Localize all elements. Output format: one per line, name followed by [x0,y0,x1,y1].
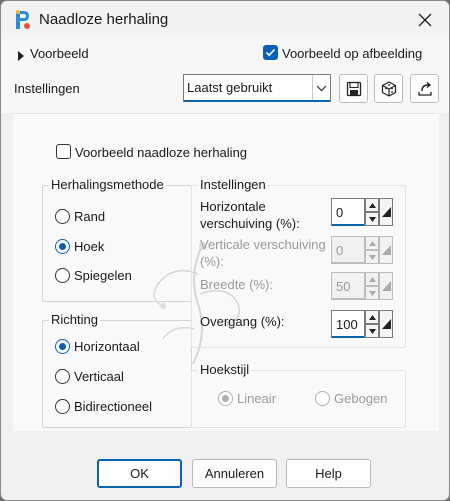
corner-label-gebogen[interactable]: Gebogen [334,391,388,406]
vertical-offset-input[interactable]: 0 [331,236,365,264]
transition-input[interactable]: 100 [331,310,365,338]
vertical-offset-label: Verticale verschuiving (%): [200,237,326,269]
slider-popup-icon[interactable] [379,272,393,300]
horizontal-offset-spinner[interactable]: 0 [331,198,395,226]
preset-value: Laatst gebruikt [187,80,273,95]
seamless-preview-checkbox[interactable] [56,144,71,159]
method-radio-rand[interactable] [55,209,70,224]
direction-radio-horizontaal[interactable] [55,339,70,354]
revert-preset-button[interactable] [410,74,439,103]
repeat-method-group: Herhalingsmethode Rand Hoek Spiegelen [42,177,192,302]
preview-toggle-label[interactable]: Voorbeeld [30,46,89,61]
repeat-method-title: Herhalingsmethode [49,177,166,192]
slider-popup-icon[interactable] [379,310,393,338]
cube-icon [381,80,396,97]
slider-popup-icon[interactable] [379,236,393,264]
cancel-button[interactable]: Annuleren [192,459,277,488]
decrement-icon[interactable] [365,286,379,300]
corner-label-lineair[interactable]: Lineair [237,391,276,406]
direction-label-horizontaal[interactable]: Horizontaal [74,339,140,354]
width-input[interactable]: 50 [331,272,365,300]
title-bar: Naadloze herhaling [1,1,449,39]
direction-label-bidirectioneel[interactable]: Bidirectioneel [74,399,152,414]
close-button[interactable] [409,5,441,35]
transition-label: Overgang (%): [200,314,285,329]
width-spinner[interactable]: 50 [331,272,395,300]
direction-group: Richting Horizontaal Verticaal Bidirecti… [42,312,192,428]
direction-radio-bidirectioneel[interactable] [55,399,70,414]
revert-icon [417,81,432,96]
method-label-rand[interactable]: Rand [74,209,105,224]
preview-on-image-checkbox[interactable] [263,45,278,60]
horizontal-offset-input[interactable]: 0 [331,198,365,226]
corner-style-title: Hoekstijl [198,362,252,377]
method-label-spiegelen[interactable]: Spiegelen [74,268,132,283]
method-radio-spiegelen[interactable] [55,268,70,283]
horizontal-offset-label: Horizontale verschuiving (%): [200,199,300,231]
window-title: Naadloze herhaling [39,11,169,28]
vertical-offset-spinner[interactable]: 0 [331,236,395,264]
offset-settings-group: Instellingen Horizontale verschuiving (%… [191,177,406,348]
ok-button[interactable]: OK [97,459,182,488]
direction-title: Richting [49,312,100,327]
direction-label-verticaal[interactable]: Verticaal [74,369,124,384]
seamless-preview-label[interactable]: Voorbeeld naadloze herhaling [75,145,247,160]
preset-dropdown[interactable]: Laatst gebruikt [183,74,331,102]
reset-preset-button[interactable] [374,74,403,103]
method-radio-hoek[interactable] [55,239,70,254]
corner-radio-lineair[interactable] [218,391,233,406]
slider-popup-icon[interactable] [379,198,393,226]
dialog-window: Naadloze herhaling Voorbeeld Voorbeeld o… [0,0,450,501]
corner-style-group: Hoekstijl Lineair Gebogen [191,362,406,428]
settings-label: Instellingen [14,81,80,96]
help-button[interactable]: Help [286,459,371,488]
effect-settings-panel: Voorbeeld naadloze herhaling Herhalingsm… [13,113,439,431]
offset-settings-title: Instellingen [198,177,268,192]
transition-spinner[interactable]: 100 [331,310,395,338]
preview-expand-icon[interactable] [17,49,25,64]
decrement-icon[interactable] [365,250,379,264]
corner-radio-gebogen[interactable] [315,391,330,406]
chevron-down-icon[interactable] [312,75,330,101]
increment-icon[interactable] [365,272,379,286]
preview-on-image-label[interactable]: Voorbeeld op afbeelding [282,46,422,61]
increment-icon[interactable] [365,236,379,250]
increment-icon[interactable] [365,198,379,212]
checkmark-icon [265,48,276,57]
paintshop-app-icon [12,9,32,31]
increment-icon[interactable] [365,310,379,324]
save-icon [346,81,361,96]
width-label: Breedte (%): [200,277,273,292]
save-preset-button[interactable] [339,74,368,103]
decrement-icon[interactable] [365,212,379,226]
method-label-hoek[interactable]: Hoek [74,239,104,254]
close-icon [418,13,432,27]
decrement-icon[interactable] [365,324,379,338]
direction-radio-verticaal[interactable] [55,369,70,384]
